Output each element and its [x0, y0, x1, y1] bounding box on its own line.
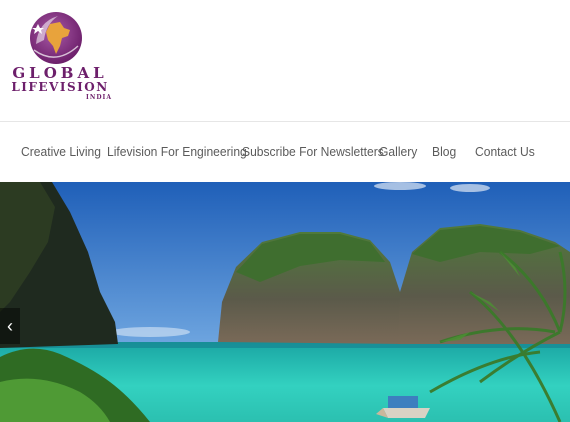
main-nav: Creative Living Lifevision For Engineeri… [0, 122, 570, 182]
nav-item-blog[interactable]: Blog [432, 144, 456, 159]
slider-prev-button[interactable]: ‹ [0, 308, 20, 344]
nav-item-creative-living[interactable]: Creative Living [21, 144, 101, 159]
hero-image [0, 182, 570, 422]
nav-item-lifevision-for-engineering[interactable]: Lifevision For Engineering [107, 144, 247, 159]
chevron-left-icon: ‹ [7, 316, 13, 336]
india-map-globe-icon [30, 12, 82, 64]
nav-item-subscribe-for-newsletters[interactable]: Subscribe For Newsletters [242, 144, 384, 159]
site-header: GLOBAL LIFEVISION INDIA [0, 0, 570, 122]
logo-text-global: GLOBAL [12, 64, 108, 82]
site-logo[interactable]: GLOBAL LIFEVISION INDIA [4, 10, 116, 105]
logo-text-lifevision: LIFEVISION [11, 80, 109, 94]
logo-text-india: INDIA [86, 94, 112, 101]
nav-item-gallery[interactable]: Gallery [379, 144, 417, 159]
hero-slider [0, 182, 570, 422]
nav-item-contact-us[interactable]: Contact Us [475, 144, 535, 159]
